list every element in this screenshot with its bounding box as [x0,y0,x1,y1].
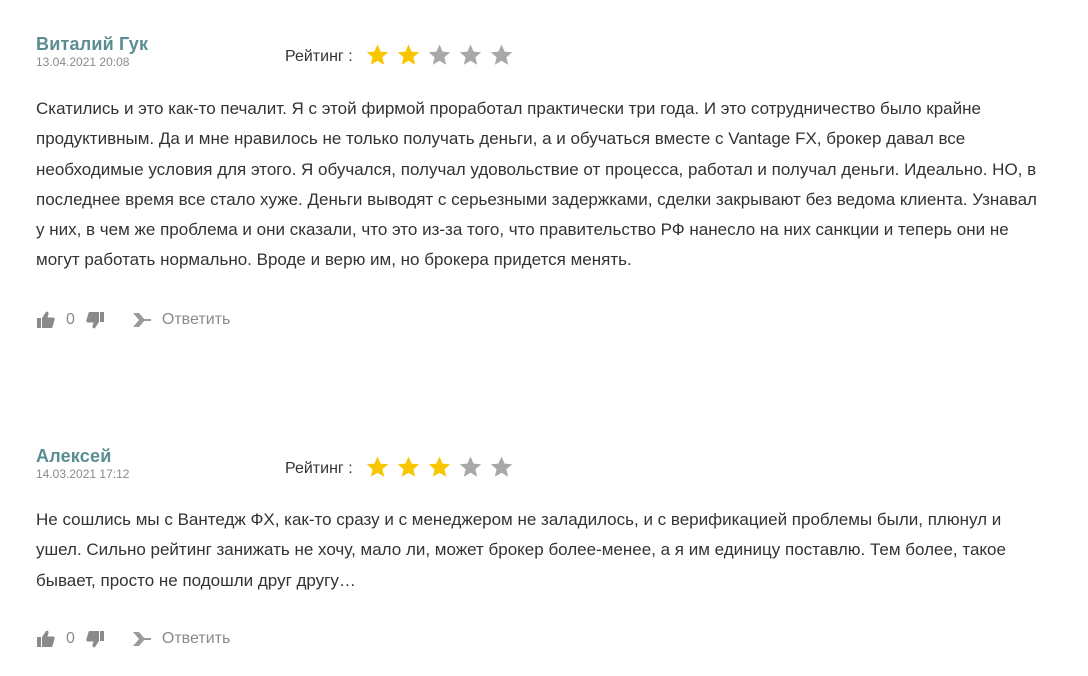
star-empty-icon [489,43,514,67]
likes-count: 0 [66,629,75,647]
reply-arrow-icon[interactable] [131,629,153,649]
review-actions: 0 Ответить [36,627,1056,651]
review-card: Виталий Гук 13.04.2021 20:08 Рейтинг : С… [36,34,1056,332]
rating-stars [365,455,520,484]
reply-arrow-icon[interactable] [131,310,153,330]
star-filled-icon [365,43,390,67]
thumbs-down-icon[interactable] [85,310,105,330]
review-author: Виталий Гук [36,34,149,54]
thumbs-up-icon[interactable] [36,310,56,330]
rating-label: Рейтинг : [285,460,353,477]
star-filled-icon [396,43,421,67]
review-actions: 0 Ответить [36,308,1056,332]
star-filled-icon [396,455,421,479]
likes-count: 0 [66,310,75,328]
review-rating: Рейтинг : [285,454,520,484]
review-text: Не сошлись мы с Вантедж ФХ, как-то сразу… [36,510,1006,590]
thumbs-down-icon[interactable] [85,629,105,649]
review-card: Алексей 14.03.2021 17:12 Рейтинг : Не со… [36,446,1056,651]
review-rating: Рейтинг : [285,42,520,72]
star-empty-icon [458,455,483,479]
reply-button[interactable]: Ответить [162,630,230,648]
rating-label: Рейтинг : [285,48,353,65]
reply-button[interactable]: Ответить [162,311,230,329]
review-date: 14.03.2021 17:12 [36,467,130,481]
rating-stars [365,43,520,72]
review-date: 13.04.2021 20:08 [36,55,130,69]
star-empty-icon [458,43,483,67]
review-author: Алексей [36,446,112,466]
thumbs-up-icon[interactable] [36,629,56,649]
star-empty-icon [489,455,514,479]
review-text: Скатились и это как-то печалит. Я с этой… [36,99,1037,270]
star-filled-icon [365,455,390,479]
star-empty-icon [427,43,452,67]
star-filled-icon [427,455,452,479]
